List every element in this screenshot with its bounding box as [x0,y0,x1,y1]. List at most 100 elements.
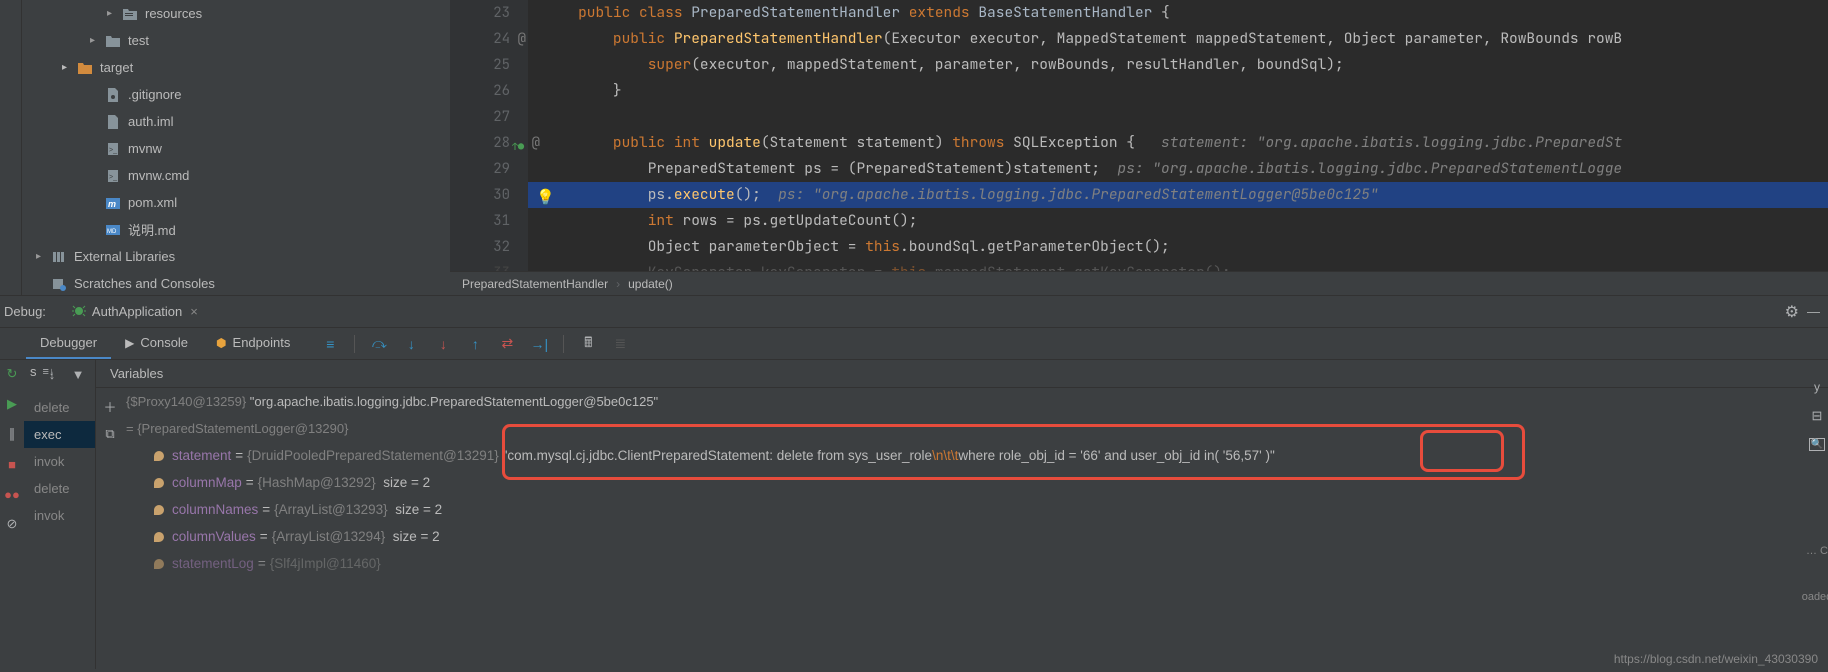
frame-item[interactable]: exec [24,421,95,448]
project-tree[interactable]: ▸ resources ▸ test ▸ target .gitign [22,0,450,295]
prev-frame-icon[interactable]: ↓ [42,364,62,384]
breadcrumb[interactable]: PreparedStatementHandler › update() [450,271,1828,295]
drop-frame-icon[interactable]: ⇄ [495,332,519,356]
tree-label: test [128,33,149,48]
code-content[interactable]: 💡 public class PreparedStatementHandler … [528,0,1828,295]
variables-header: Variables [96,360,1828,388]
intention-bulb-icon[interactable]: 💡 [536,184,555,210]
left-gutter [0,0,22,295]
svg-text:>_: >_ [109,147,117,154]
tree-item-target[interactable]: ▸ target [22,54,450,81]
var-statement[interactable]: statement = {DruidPooledPreparedStatemen… [96,442,1828,469]
frames-panel[interactable]: s ≡↓ ↓ ▼ delete exec invok delete invok [24,360,96,669]
cmd-icon: >_ [104,168,122,184]
step-over-icon[interactable]: ⤼ [367,332,391,356]
svg-text:MD: MD [107,229,117,235]
external-libraries[interactable]: ▸ External Libraries [22,243,450,270]
tree-item-gitignore[interactable]: .gitignore [22,81,450,108]
tree-item-iml[interactable]: auth.iml [22,108,450,135]
console-icon: ▶ [125,336,134,350]
expand-arrow-icon[interactable]: ▸ [107,8,121,19]
markdown-icon: MD [104,222,122,238]
endpoints-icon: ⬢ [216,336,226,350]
frame-item[interactable]: delete [24,394,95,421]
field-icon [154,478,164,488]
expand-arrow-icon[interactable]: ▸ [36,251,50,262]
variables-panel[interactable]: Variables ＋ ⧉ {$Proxy140@13259} "org.apa… [96,360,1828,669]
tab-console[interactable]: ▶ Console [111,328,202,359]
filter-icon[interactable]: ▼ [68,364,88,384]
right-toolbar: y ⊟ 🔍 … C oaded [1806,370,1828,570]
tree-label: pom.xml [128,195,177,210]
run-config-tab[interactable]: AuthApplication × [64,301,206,322]
mute-breakpoints-icon[interactable]: ⊘ [2,514,22,534]
search-icon[interactable]: 🔍 [1809,438,1825,451]
frames-label: s [30,364,37,379]
tree-label: auth.iml [128,114,174,129]
tree-item-mvnw[interactable]: >_ mvnw [22,135,450,162]
copy-icon[interactable]: ⧉ [100,424,120,444]
field-icon [154,505,164,515]
tree-item-resources[interactable]: ▸ resources [22,0,450,27]
code-editor[interactable]: 23 24@ 25 26 27 28↑●@ 29 30 31 32 33 💡 p… [450,0,1828,295]
breadcrumb-class[interactable]: PreparedStatementHandler [462,277,608,291]
breadcrumb-method[interactable]: update() [628,277,673,291]
tree-label: External Libraries [74,249,175,264]
close-icon[interactable]: × [190,304,198,319]
resume-icon[interactable]: ▶ [2,394,22,414]
tree-label: mvnw.cmd [128,168,189,183]
new-watch-icon[interactable]: ＋ [100,396,120,416]
folder-icon [76,60,94,76]
step-out-icon[interactable]: ↑ [463,332,487,356]
maven-icon: m [104,195,122,211]
tree-item-readme[interactable]: MD 说明.md [22,216,450,243]
debug-label: Debug: [4,304,46,319]
var-columnnames[interactable]: columnNames = {ArrayList@13293} size = 2 [96,496,1828,523]
tree-label: Scratches and Consoles [74,276,215,291]
trace-icon: ≣ [608,332,632,356]
pause-icon[interactable]: ∥ [2,424,22,444]
collapse-icon[interactable]: ⊟ [1812,408,1823,424]
line-gutter: 23 24@ 25 26 27 28↑●@ 29 30 31 32 33 [450,0,528,295]
frame-item[interactable]: delete [24,475,95,502]
folder-icon [121,6,139,22]
tree-label: target [100,60,133,75]
step-into-icon[interactable]: ↓ [399,332,423,356]
var-proxy[interactable]: {$Proxy140@13259} "org.apache.ibatis.log… [96,388,1828,415]
rerun-icon[interactable]: ↻ [2,364,22,384]
field-icon [154,451,164,461]
expand-arrow-icon[interactable]: ▸ [90,35,104,46]
var-columnvalues[interactable]: columnValues = {ArrayList@13294} size = … [96,523,1828,550]
threads-icon[interactable]: ≡ [318,332,342,356]
force-step-into-icon[interactable]: ↓ [431,332,455,356]
chevron-right-icon: › [616,277,620,291]
minimize-icon[interactable]: — [1807,304,1820,319]
scratch-icon [50,276,68,292]
evaluate-icon[interactable]: 🖩 [576,332,600,356]
tab-debugger[interactable]: Debugger [26,328,111,359]
gear-icon[interactable]: ⚙ [1785,302,1799,322]
tree-label: .gitignore [128,87,181,102]
watermark: https://blog.csdn.net/weixin_43030390 [1614,652,1818,666]
frame-item[interactable]: invok [24,502,95,529]
scratches-consoles[interactable]: Scratches and Consoles [22,270,450,295]
view-breakpoints-icon[interactable]: ●● [2,484,22,504]
frame-item[interactable]: invok [24,448,95,475]
debug-side-toolbar: ↻ ▶ ∥ ■ ●● ⊘ [0,360,24,669]
tree-item-test[interactable]: ▸ test [22,27,450,54]
svg-text:m: m [108,199,116,209]
svg-text:>_: >_ [109,174,117,181]
expand-arrow-icon[interactable]: ▸ [62,62,76,73]
tab-endpoints[interactable]: ⬢ Endpoints [202,328,304,359]
var-eq[interactable]: = {PreparedStatementLogger@13290} [96,415,1828,442]
right-text: oaded [1802,591,1828,603]
tree-item-mvnwcmd[interactable]: >_ mvnw.cmd [22,162,450,189]
tree-item-pom[interactable]: m pom.xml [22,189,450,216]
var-statementlog[interactable]: statementLog = {Slf4jImpl@11460} [96,550,1828,577]
iml-icon [104,114,122,130]
stop-icon[interactable]: ■ [2,454,22,474]
run-to-cursor-icon[interactable]: →| [527,332,551,356]
var-columnmap[interactable]: columnMap = {HashMap@13292} size = 2 [96,469,1828,496]
tree-label: 说明.md [128,220,176,239]
tree-label: mvnw [128,141,162,156]
